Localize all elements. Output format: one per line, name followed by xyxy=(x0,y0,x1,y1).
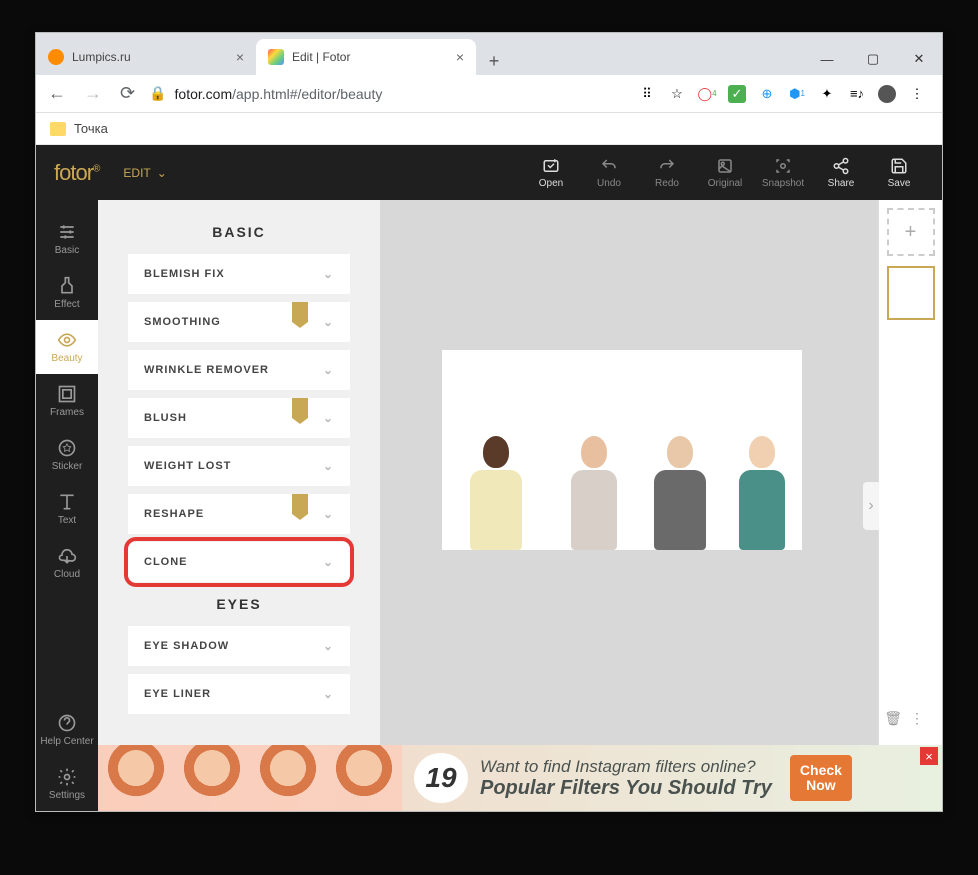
sidebar-item-beauty[interactable]: Beauty xyxy=(36,320,98,374)
close-icon[interactable]: × xyxy=(456,49,464,65)
menu-icon[interactable]: ⋮ xyxy=(910,710,924,727)
tab-title: Lumpics.ru xyxy=(72,50,131,64)
left-nav: Basic Effect Beauty Frames Sticker Text … xyxy=(36,200,98,811)
sidebar-item-effect[interactable]: Effect xyxy=(36,266,98,320)
app-main: Basic Effect Beauty Frames Sticker Text … xyxy=(36,200,942,811)
panel-item-clone[interactable]: CLONE⌄ xyxy=(128,542,350,582)
sidebar-item-settings[interactable]: Settings xyxy=(36,757,98,811)
panel-section-basic: BASIC xyxy=(212,224,266,240)
ad-image xyxy=(250,745,326,811)
sidebar-item-cloud[interactable]: Cloud xyxy=(36,536,98,590)
titlebar: Lumpics.ru × Edit | Fotor × + — ▢ ✕ xyxy=(36,33,942,75)
highlight-annotation xyxy=(124,537,354,587)
minimize-button[interactable]: — xyxy=(804,43,850,75)
translate-icon[interactable]: ⠿ xyxy=(638,85,656,103)
chevron-down-icon: ⌄ xyxy=(323,315,334,329)
thumbnail[interactable] xyxy=(887,266,935,320)
chevron-down-icon: ⌄ xyxy=(157,166,167,180)
ext-check-icon[interactable]: ✓ xyxy=(728,85,746,103)
ad-image xyxy=(98,745,174,811)
star-icon[interactable]: ☆ xyxy=(668,85,686,103)
address-bar: ← → ⟳ 🔒 fotor.com/app.html#/editor/beaut… xyxy=(36,75,942,113)
panel-item-blush[interactable]: BLUSH⌄ xyxy=(128,398,350,438)
chevron-down-icon: ⌄ xyxy=(323,459,334,473)
panel-section-eyes: EYES xyxy=(216,596,261,612)
premium-ribbon-icon xyxy=(292,302,308,322)
browser-window: Lumpics.ru × Edit | Fotor × + — ▢ ✕ ← → … xyxy=(35,32,943,812)
extensions-icon[interactable]: ✦ xyxy=(818,85,836,103)
sidebar-item-sticker[interactable]: Sticker xyxy=(36,428,98,482)
panel-item-wrinkle[interactable]: WRINKLE REMOVER⌄ xyxy=(128,350,350,390)
ad-image xyxy=(326,745,402,811)
close-icon[interactable]: × xyxy=(236,49,244,65)
tab-fotor[interactable]: Edit | Fotor × xyxy=(256,39,476,75)
add-image-button[interactable]: + xyxy=(887,208,935,256)
panel-item-eyeliner[interactable]: EYE LINER⌄ xyxy=(128,674,350,714)
undo-button[interactable]: Undo xyxy=(584,157,634,189)
redo-button[interactable]: Redo xyxy=(642,157,692,189)
avatar[interactable] xyxy=(878,85,896,103)
canvas-area[interactable]: › 852px × 480px − 42% + Compare xyxy=(380,200,878,811)
tab-title: Edit | Fotor xyxy=(292,50,350,64)
new-tab-button[interactable]: + xyxy=(480,47,508,75)
close-window-button[interactable]: ✕ xyxy=(896,43,942,75)
beauty-panel: BASIC BLEMISH FIX⌄ SMOOTHING⌄ WRINKLE RE… xyxy=(98,200,380,811)
chevron-down-icon: ⌄ xyxy=(323,639,334,653)
folder-icon xyxy=(50,122,66,136)
ext-opera-icon[interactable]: ◯4 xyxy=(698,85,716,103)
panel-item-smoothing[interactable]: SMOOTHING⌄ xyxy=(128,302,350,342)
ad-image xyxy=(174,745,250,811)
ad-headline: Want to find Instagram filters online? xyxy=(480,757,772,777)
trash-icon[interactable]: 🗑 xyxy=(884,710,902,727)
url-field[interactable]: 🔒 fotor.com/app.html#/editor/beauty xyxy=(149,85,628,102)
premium-ribbon-icon xyxy=(292,398,308,418)
ad-subhead: Popular Filters You Should Try xyxy=(480,777,772,800)
fotor-app: fotor® EDIT⌄ Open Undo Redo Original Sna… xyxy=(36,145,942,811)
ext-globe-icon[interactable]: ⊕ xyxy=(758,85,776,103)
ext-cube-icon[interactable]: ⬢1 xyxy=(788,85,806,103)
edit-menu[interactable]: EDIT⌄ xyxy=(123,166,166,180)
close-ad-button[interactable]: × xyxy=(920,747,938,765)
sidebar-item-frames[interactable]: Frames xyxy=(36,374,98,428)
chevron-down-icon: ⌄ xyxy=(323,363,334,377)
bookmark-bar: Точка xyxy=(36,113,942,145)
favicon-icon xyxy=(268,49,284,65)
panel-item-reshape[interactable]: RESHAPE⌄ xyxy=(128,494,350,534)
sidebar-item-basic[interactable]: Basic xyxy=(36,212,98,266)
chevron-down-icon: ⌄ xyxy=(323,507,334,521)
share-button[interactable]: Share xyxy=(816,157,866,189)
panel-item-eyeshadow[interactable]: EYE SHADOW⌄ xyxy=(128,626,350,666)
panel-item-blemish[interactable]: BLEMISH FIX⌄ xyxy=(128,254,350,294)
ad-number: 19 xyxy=(414,753,468,803)
original-button[interactable]: Original xyxy=(700,157,750,189)
snapshot-button[interactable]: Snapshot xyxy=(758,157,808,189)
trash-controls: 🗑 ⋮ xyxy=(884,710,924,727)
playlist-icon[interactable]: ≡♪ xyxy=(848,85,866,103)
favicon-icon xyxy=(48,49,64,65)
sidebar-item-text[interactable]: Text xyxy=(36,482,98,536)
logo[interactable]: fotor® xyxy=(54,160,99,186)
lock-icon: 🔒 xyxy=(149,85,166,102)
chevron-down-icon: ⌄ xyxy=(323,411,334,425)
tab-lumpics[interactable]: Lumpics.ru × xyxy=(36,39,256,75)
app-topbar: fotor® EDIT⌄ Open Undo Redo Original Sna… xyxy=(36,145,942,200)
expand-right-button[interactable]: › xyxy=(863,482,879,530)
ad-cta-button[interactable]: CheckNow xyxy=(790,755,852,802)
ad-banner[interactable]: 19 Want to find Instagram filters online… xyxy=(98,745,942,811)
reload-button[interactable]: ⟳ xyxy=(116,79,139,108)
save-button[interactable]: Save xyxy=(874,157,924,189)
open-button[interactable]: Open xyxy=(526,157,576,189)
forward-button[interactable]: → xyxy=(80,79,106,108)
back-button[interactable]: ← xyxy=(44,79,70,108)
panel-item-weight[interactable]: WEIGHT LOST⌄ xyxy=(128,446,350,486)
photo[interactable] xyxy=(442,350,802,550)
chevron-down-icon: ⌄ xyxy=(323,687,334,701)
premium-ribbon-icon xyxy=(292,494,308,514)
sidebar-item-help[interactable]: Help Center xyxy=(36,703,98,757)
bookmark-item[interactable]: Точка xyxy=(74,121,108,136)
maximize-button[interactable]: ▢ xyxy=(850,43,896,75)
chevron-down-icon: ⌄ xyxy=(323,267,334,281)
menu-icon[interactable]: ⋮ xyxy=(908,85,926,103)
